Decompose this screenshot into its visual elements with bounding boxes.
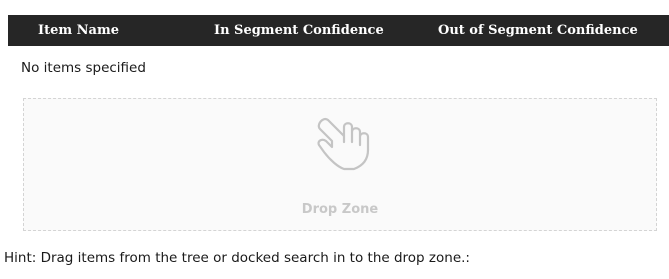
segment-items-panel: Item Name In Segment Confidence Out of S… [0,0,669,279]
hand-pointer-icon [317,117,370,171]
drop-zone-label: Drop Zone [301,202,379,217]
column-header-item-name[interactable]: Item Name [38,15,119,46]
empty-items-message: No items specified [21,60,146,76]
drop-zone[interactable]: Drop Zone [23,98,657,231]
hint-text: Hint: Drag items from the tree or docked… [4,250,470,266]
column-header-in-segment-confidence[interactable]: In Segment Confidence [214,15,384,46]
column-header-out-of-segment-confidence[interactable]: Out of Segment Confidence [438,15,638,46]
table-header: Item Name In Segment Confidence Out of S… [8,15,669,46]
